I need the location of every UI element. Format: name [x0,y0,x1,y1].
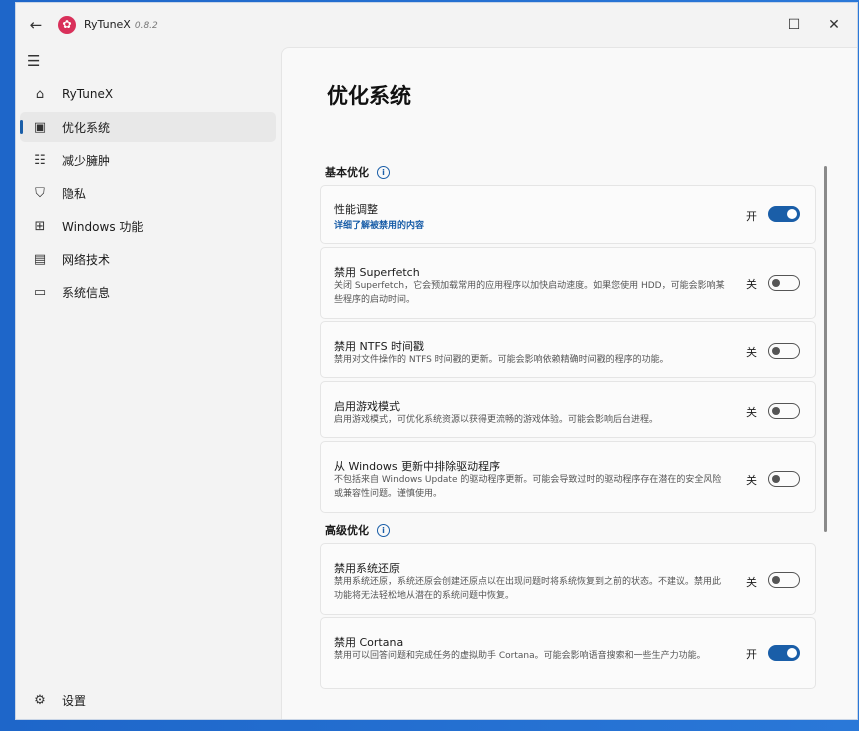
superfetch-toggle[interactable] [768,275,800,291]
card-description: 禁用可以回答问题和完成任务的虚拟助手 Cortana。可能会影响语音搜索和一些生… [334,651,706,661]
setting-card-system-restore: 禁用系统还原 禁用系统还原，系统还原会创建还原点以在出现问题时将系统恢复到之前的… [320,543,816,615]
toggle-state-label: 关 [746,278,757,291]
sidebar-item-privacy[interactable]: ⛉ 隐私 [20,178,276,208]
sidebar-item-label: 隐私 [62,186,87,201]
setting-card-ntfs: 禁用 NTFS 时间戳 禁用对文件操作的 NTFS 时间戳的更新。可能会影响依赖… [320,321,816,378]
close-button[interactable]: ✕ [819,13,849,37]
info-icon[interactable]: i [377,165,390,179]
sidebar-item-settings[interactable]: ⚙ 设置 [20,685,276,715]
card-title: 从 Windows 更新中排除驱动程序 [334,460,501,473]
card-description: 禁用对文件操作的 NTFS 时间戳的更新。可能会影响依赖精确时间戳的程序的功能。 [334,355,669,365]
sidebar-item-network[interactable]: ▤ 网络技术 [20,244,276,274]
section-advanced-label: 高级优化 [325,524,369,537]
sidebar-item-debloat[interactable]: ☷ 减少臃肿 [20,145,276,175]
ntfs-toggle[interactable] [768,343,800,359]
home-icon: ⌂ [35,86,45,102]
card-title: 性能调整 [334,203,378,216]
sidebar-item-label: Windows 功能 [62,219,144,234]
exclude-drivers-toggle[interactable] [768,471,800,487]
page-title: 优化系统 [327,84,411,108]
sidebar-item-label: 网络技术 [62,252,111,267]
setting-card-exclude-drivers: 从 Windows 更新中排除驱动程序 不包括来自 Windows Update… [320,441,816,513]
toggle-state-label: 关 [746,474,757,487]
maximize-button[interactable]: ☐ [779,13,809,37]
toggle-state-label: 关 [746,576,757,589]
card-description: 关闭 Superfetch，它会预加载常用的应用程序以加快启动速度。如果您使用 … [334,281,725,305]
performance-toggle[interactable] [768,206,800,222]
card-description: 启用游戏模式，可优化系统资源以获得更流畅的游戏体验。可能会影响后台进程。 [334,415,659,425]
main-content: 优化系统 基本优化 i 性能调整 详细了解被禁用的内容 开 禁用 Superfe… [281,47,857,719]
setting-card-game-mode: 启用游戏模式 启用游戏模式，可优化系统资源以获得更流畅的游戏体验。可能会影响后台… [320,381,816,438]
sidebar-nav: ⌂ RyTuneX ▣ 优化系统 ☷ 减少臃肿 ⛉ 隐私 ⊞ Windows 功… [20,79,276,310]
optimize-icon: ▣ [33,119,47,135]
setting-card-cortana: 禁用 Cortana 禁用可以回答问题和完成任务的虚拟助手 Cortana。可能… [320,617,816,689]
card-title: 启用游戏模式 [334,400,400,413]
game-mode-toggle[interactable] [768,403,800,419]
sidebar-item-label: 设置 [62,693,87,708]
toggle-state-label: 关 [746,406,757,419]
sidebar-item-system-info[interactable]: ▭ 系统信息 [20,277,276,307]
card-title: 禁用 Cortana [334,636,404,649]
app-name: RyTuneX [84,18,131,31]
sidebar-item-label: RyTuneX [62,87,114,101]
sidebar-item-rytunex[interactable]: ⌂ RyTuneX [20,79,276,109]
shield-icon: ⛉ [35,185,45,201]
system-info-icon: ▭ [33,284,47,300]
card-title: 禁用 Superfetch [334,266,420,279]
card-title: 禁用系统还原 [334,562,400,575]
section-basic-label: 基本优化 [325,166,369,179]
app-logo-icon: ✿ [58,16,76,34]
vertical-scrollbar[interactable] [824,166,827,532]
app-window: ← ✿ RyTuneX 0.8.2 ☐ ✕ ☰ ⌂ RyTuneX ▣ 优化系统 … [15,2,858,720]
toggle-state-label: 开 [746,648,757,661]
sidebar-item-label: 优化系统 [62,120,111,135]
card-description: 不包括来自 Windows Update 的驱动程序更新。可能会导致过时的驱动程… [334,475,722,499]
windows-features-icon: ⊞ [34,218,46,234]
app-title: RyTuneX 0.8.2 [84,18,158,31]
sidebar-item-optimize[interactable]: ▣ 优化系统 [20,112,276,142]
app-version: 0.8.2 [134,21,158,31]
debloat-icon: ☷ [34,152,46,168]
card-title: 禁用 NTFS 时间戳 [334,340,425,353]
setting-card-superfetch: 禁用 Superfetch 关闭 Superfetch，它会预加载常用的应用程序… [320,247,816,319]
sidebar-item-label: 系统信息 [62,285,111,300]
sidebar-item-windows-features[interactable]: ⊞ Windows 功能 [20,211,276,241]
title-bar: ← ✿ RyTuneX 0.8.2 ☐ ✕ [16,3,857,47]
setting-card-performance: 性能调整 详细了解被禁用的内容 开 [320,185,816,244]
hamburger-menu-icon[interactable]: ☰ [27,52,40,70]
network-icon: ▤ [33,251,47,267]
toggle-state-label: 开 [746,210,757,223]
section-advanced: 高级优化 i [325,522,390,538]
system-restore-toggle[interactable] [768,572,800,588]
cortana-toggle[interactable] [768,645,800,661]
section-basic: 基本优化 i [325,164,390,180]
info-icon[interactable]: i [377,523,390,537]
gear-icon: ⚙ [34,692,46,708]
sidebar-item-label: 减少臃肿 [62,153,111,168]
toggle-state-label: 关 [746,346,757,359]
card-description: 禁用系统还原，系统还原会创建还原点以在出现问题时将系统恢复到之前的状态。不建议。… [334,577,722,601]
back-arrow-icon[interactable]: ← [24,13,48,37]
learn-more-link[interactable]: 详细了解被禁用的内容 [334,218,424,231]
